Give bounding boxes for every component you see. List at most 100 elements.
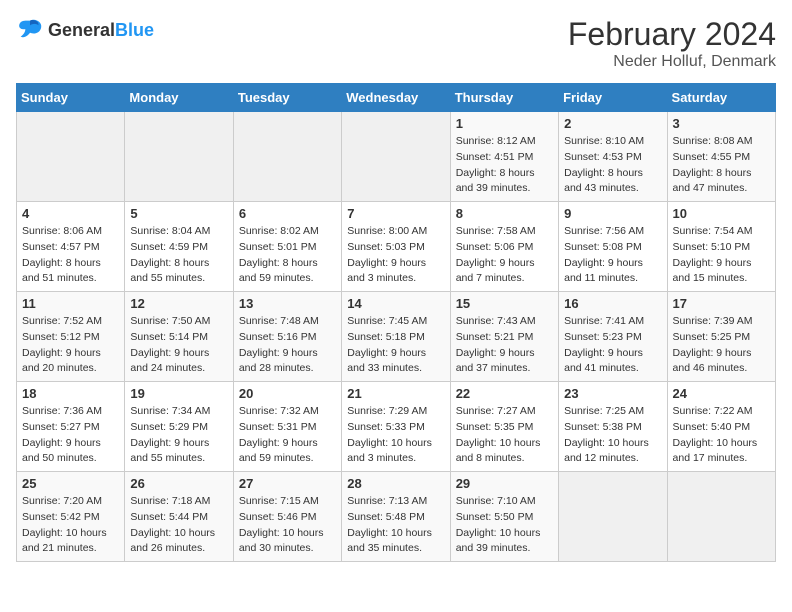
page-subtitle: Neder Holluf, Denmark [568,53,776,71]
calendar-cell: 29 Sunrise: 7:10 AMSunset: 5:50 PMDayligh… [450,472,558,562]
calendar-header-row: SundayMondayTuesdayWednesdayThursdayFrid… [17,84,776,112]
calendar-cell: 6 Sunrise: 8:02 AMSunset: 5:01 PMDaylight… [233,202,341,292]
week-row-1: 4 Sunrise: 8:06 AMSunset: 4:57 PMDaylight… [17,202,776,292]
day-number: 19 [130,386,227,401]
calendar-cell: 27 Sunrise: 7:15 AMSunset: 5:46 PMDayligh… [233,472,341,562]
header-tuesday: Tuesday [233,84,341,112]
calendar-table: SundayMondayTuesdayWednesdayThursdayFrid… [16,83,776,562]
day-number: 27 [239,476,336,491]
day-info: Sunrise: 7:27 AMSunset: 5:35 PMDaylight:… [456,404,553,467]
header-wednesday: Wednesday [342,84,450,112]
calendar-cell [342,112,450,202]
day-info: Sunrise: 8:08 AMSunset: 4:55 PMDaylight:… [673,134,770,197]
day-info: Sunrise: 8:02 AMSunset: 5:01 PMDaylight:… [239,224,336,287]
day-number: 11 [22,296,119,311]
day-number: 24 [673,386,770,401]
logo-general: General [48,20,115,40]
day-number: 22 [456,386,553,401]
day-info: Sunrise: 7:52 AMSunset: 5:12 PMDaylight:… [22,314,119,377]
day-info: Sunrise: 8:04 AMSunset: 4:59 PMDaylight:… [130,224,227,287]
calendar-cell: 2 Sunrise: 8:10 AMSunset: 4:53 PMDaylight… [559,112,667,202]
calendar-cell: 10 Sunrise: 7:54 AMSunset: 5:10 PMDayligh… [667,202,775,292]
calendar-cell: 20Sunrise: 7:32 AMSunset: 5:31 PMDayligh… [233,382,341,472]
day-info: Sunrise: 7:22 AMSunset: 5:40 PMDaylight:… [673,404,770,467]
calendar-cell: 23 Sunrise: 7:25 AMSunset: 5:38 PMDayligh… [559,382,667,472]
header-saturday: Saturday [667,84,775,112]
page-title: February 2024 [568,16,776,53]
day-number: 12 [130,296,227,311]
day-number: 7 [347,206,444,221]
calendar-cell: 17Sunrise: 7:39 AMSunset: 5:25 PMDayligh… [667,292,775,382]
day-info: Sunrise: 7:15 AMSunset: 5:46 PMDaylight:… [239,494,336,557]
calendar-cell [125,112,233,202]
calendar-cell [667,472,775,562]
day-number: 3 [673,116,770,131]
calendar-cell: 11 Sunrise: 7:52 AMSunset: 5:12 PMDayligh… [17,292,125,382]
day-number: 23 [564,386,661,401]
day-info: Sunrise: 7:10 AMSunset: 5:50 PMDaylight:… [456,494,553,557]
day-info: Sunrise: 7:36 AMSunset: 5:27 PMDaylight:… [22,404,119,467]
day-number: 6 [239,206,336,221]
day-number: 2 [564,116,661,131]
day-number: 21 [347,386,444,401]
header-sunday: Sunday [17,84,125,112]
calendar-cell: 25 Sunrise: 7:20 AMSunset: 5:42 PMDayligh… [17,472,125,562]
day-info: Sunrise: 7:58 AMSunset: 5:06 PMDaylight:… [456,224,553,287]
day-info: Sunrise: 7:41 AMSunset: 5:23 PMDaylight:… [564,314,661,377]
calendar-cell [17,112,125,202]
day-number: 13 [239,296,336,311]
calendar-cell: 22 Sunrise: 7:27 AMSunset: 5:35 PMDayligh… [450,382,558,472]
day-number: 1 [456,116,553,131]
header-friday: Friday [559,84,667,112]
day-number: 15 [456,296,553,311]
day-info: Sunrise: 8:00 AMSunset: 5:03 PMDaylight:… [347,224,444,287]
header-monday: Monday [125,84,233,112]
calendar-cell: 13 Sunrise: 7:48 AMSunset: 5:16 PMDayligh… [233,292,341,382]
day-number: 9 [564,206,661,221]
calendar-cell: 4 Sunrise: 8:06 AMSunset: 4:57 PMDaylight… [17,202,125,292]
calendar-cell: 24 Sunrise: 7:22 AMSunset: 5:40 PMDayligh… [667,382,775,472]
day-info: Sunrise: 7:25 AMSunset: 5:38 PMDaylight:… [564,404,661,467]
day-info: Sunrise: 7:48 AMSunset: 5:16 PMDaylight:… [239,314,336,377]
day-info: Sunrise: 7:13 AMSunset: 5:48 PMDaylight:… [347,494,444,557]
week-row-3: 18Sunrise: 7:36 AMSunset: 5:27 PMDayligh… [17,382,776,472]
header-thursday: Thursday [450,84,558,112]
day-number: 16 [564,296,661,311]
calendar-cell: 8 Sunrise: 7:58 AMSunset: 5:06 PMDaylight… [450,202,558,292]
calendar-cell: 3 Sunrise: 8:08 AMSunset: 4:55 PMDaylight… [667,112,775,202]
day-number: 20 [239,386,336,401]
day-info: Sunrise: 7:34 AMSunset: 5:29 PMDaylight:… [130,404,227,467]
day-number: 29 [456,476,553,491]
day-info: Sunrise: 7:54 AMSunset: 5:10 PMDaylight:… [673,224,770,287]
calendar-cell [233,112,341,202]
logo-blue: Blue [115,20,154,40]
header: GeneralBlue February 2024 Neder Holluf, … [16,16,776,71]
logo-text: GeneralBlue [48,20,154,41]
calendar-cell: 28Sunrise: 7:13 AMSunset: 5:48 PMDayligh… [342,472,450,562]
logo-bird-icon [16,16,44,44]
week-row-4: 25 Sunrise: 7:20 AMSunset: 5:42 PMDayligh… [17,472,776,562]
day-info: Sunrise: 7:43 AMSunset: 5:21 PMDaylight:… [456,314,553,377]
calendar-cell: 5Sunrise: 8:04 AMSunset: 4:59 PMDaylight… [125,202,233,292]
day-number: 8 [456,206,553,221]
calendar-cell: 12Sunrise: 7:50 AMSunset: 5:14 PMDayligh… [125,292,233,382]
calendar-cell [559,472,667,562]
day-info: Sunrise: 7:20 AMSunset: 5:42 PMDaylight:… [22,494,119,557]
calendar-cell: 1 Sunrise: 8:12 AMSunset: 4:51 PMDaylight… [450,112,558,202]
calendar-cell: 18Sunrise: 7:36 AMSunset: 5:27 PMDayligh… [17,382,125,472]
day-info: Sunrise: 7:56 AMSunset: 5:08 PMDaylight:… [564,224,661,287]
day-info: Sunrise: 8:06 AMSunset: 4:57 PMDaylight:… [22,224,119,287]
day-number: 10 [673,206,770,221]
calendar-cell: 16 Sunrise: 7:41 AMSunset: 5:23 PMDayligh… [559,292,667,382]
day-number: 25 [22,476,119,491]
week-row-2: 11 Sunrise: 7:52 AMSunset: 5:12 PMDayligh… [17,292,776,382]
logo: GeneralBlue [16,16,154,44]
week-row-0: 1 Sunrise: 8:12 AMSunset: 4:51 PMDaylight… [17,112,776,202]
day-number: 4 [22,206,119,221]
day-info: Sunrise: 7:45 AMSunset: 5:18 PMDaylight:… [347,314,444,377]
day-info: Sunrise: 8:10 AMSunset: 4:53 PMDaylight:… [564,134,661,197]
calendar-cell: 19 Sunrise: 7:34 AMSunset: 5:29 PMDayligh… [125,382,233,472]
day-info: Sunrise: 7:18 AMSunset: 5:44 PMDaylight:… [130,494,227,557]
day-info: Sunrise: 8:12 AMSunset: 4:51 PMDaylight:… [456,134,553,197]
title-area: February 2024 Neder Holluf, Denmark [568,16,776,71]
